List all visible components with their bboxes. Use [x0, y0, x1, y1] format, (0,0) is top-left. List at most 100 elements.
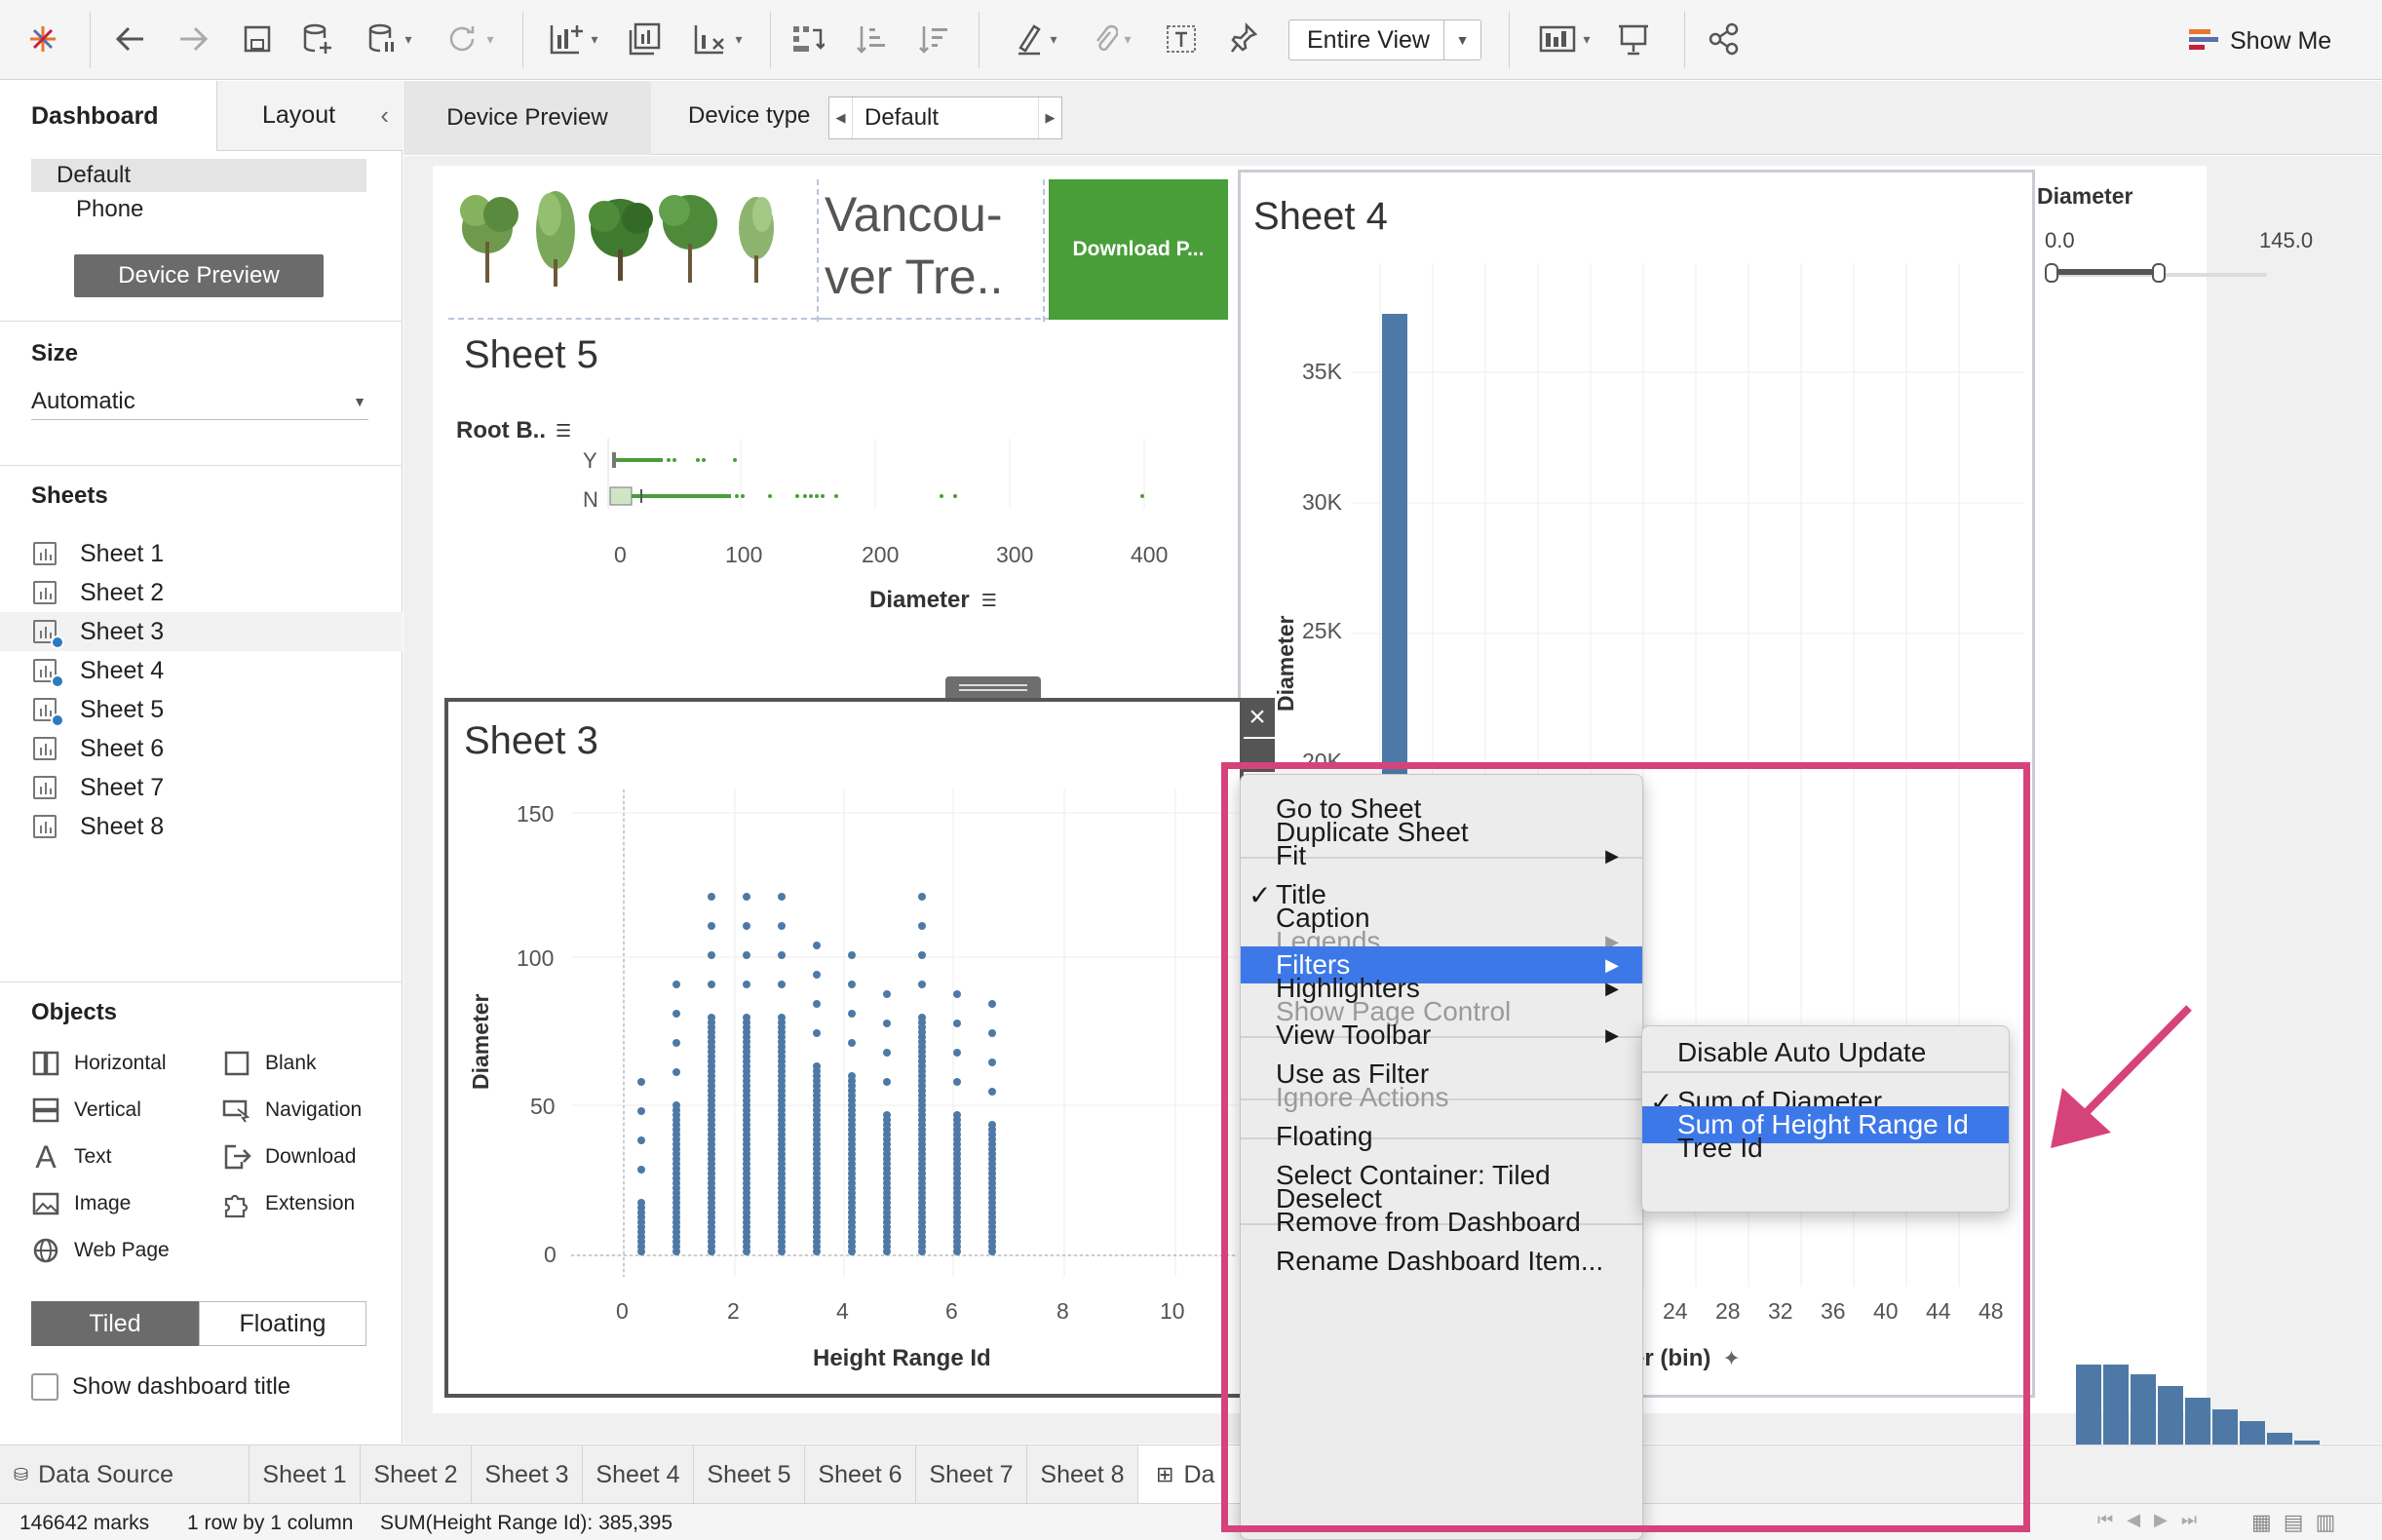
tab-sheet-6[interactable]: Sheet 6: [805, 1445, 916, 1504]
chevron-right-icon[interactable]: ▶: [1038, 97, 1061, 138]
dashboard-title: Vancou- ver Tre..: [825, 187, 1004, 304]
object-extension[interactable]: Extension: [222, 1186, 355, 1221]
move-handle[interactable]: [945, 676, 1041, 698]
sheet-list-label: Sheet 4: [80, 656, 165, 684]
device-preview-tab[interactable]: Device Preview: [403, 81, 651, 155]
tab-sheet-8[interactable]: Sheet 8: [1027, 1445, 1138, 1504]
sheet3-scatter-plot[interactable]: [571, 789, 1238, 1277]
sheet-list-label: Sheet 6: [80, 734, 165, 762]
tab-sheet-3[interactable]: Sheet 3: [472, 1445, 583, 1504]
scatter-point: [953, 990, 961, 998]
tab-data-source[interactable]: ⛁ Data Source: [0, 1445, 250, 1504]
tab-sheet-7[interactable]: Sheet 7: [916, 1445, 1027, 1504]
x-tick: 6: [945, 1298, 958, 1324]
tab-sheet-1[interactable]: Sheet 1: [250, 1445, 361, 1504]
divider: [0, 321, 403, 322]
clear-sheet-icon[interactable]: ▾: [682, 18, 752, 60]
tree-image[interactable]: [448, 172, 826, 320]
sort-icon[interactable]: ☰: [981, 591, 997, 611]
download-pdf-button[interactable]: Download P...: [1049, 179, 1228, 320]
tab-dashboard[interactable]: Dashboard: [0, 81, 216, 151]
download-icon: [222, 1142, 251, 1172]
scatter-point: [813, 1029, 821, 1037]
back-arrow-icon[interactable]: [109, 18, 152, 60]
sheet-list-item[interactable]: Sheet 2: [0, 573, 403, 612]
device-option-phone[interactable]: Phone: [76, 196, 143, 223]
size-select[interactable]: Automatic ▼: [31, 383, 368, 420]
save-icon[interactable]: [238, 18, 277, 60]
pin-icon[interactable]: [1222, 18, 1265, 60]
object-navigation[interactable]: Navigation: [222, 1093, 362, 1128]
device-option-default[interactable]: Default: [31, 159, 366, 192]
text-icon: A: [35, 1138, 57, 1174]
object-blank[interactable]: Blank: [222, 1046, 317, 1081]
show-labels-icon[interactable]: [1160, 18, 1203, 60]
chevron-left-icon[interactable]: ◀: [829, 97, 853, 138]
sheet-list-item[interactable]: Sheet 5: [0, 690, 403, 729]
scatter-point: [988, 1088, 996, 1096]
tab-sheet-4[interactable]: Sheet 4: [583, 1445, 694, 1504]
scatter-point: [708, 981, 715, 988]
floating-toggle[interactable]: Floating: [199, 1301, 366, 1346]
object-horizontal[interactable]: Horizontal: [31, 1046, 167, 1081]
pause-data-icon[interactable]: ▾: [361, 18, 419, 60]
tableau-logo-icon[interactable]: [21, 18, 64, 60]
tab-sheet-5[interactable]: Sheet 5: [694, 1445, 805, 1504]
sheet-list-item[interactable]: Sheet 4: [0, 651, 403, 690]
sheet-list-item[interactable]: Sheet 6: [0, 729, 403, 768]
filter-slider-min-handle[interactable]: [2045, 263, 2058, 283]
status-layout: 1 row by 1 column: [187, 1512, 354, 1534]
object-vertical[interactable]: Vertical: [31, 1093, 141, 1128]
close-icon[interactable]: ×: [1240, 698, 1275, 737]
device-preview-button[interactable]: Device Preview: [74, 254, 324, 297]
device-type-select[interactable]: ◀ Default ▶: [828, 96, 1062, 139]
scatter-point: [778, 922, 786, 930]
object-web-page[interactable]: Web Page: [31, 1233, 170, 1268]
scatter-point: [988, 1121, 996, 1129]
object-text[interactable]: A Text: [31, 1138, 111, 1174]
dashboard-title-text[interactable]: Vancou- ver Tre..: [817, 172, 1051, 320]
forward-arrow-icon[interactable]: [172, 18, 214, 60]
presentation-screen-icon[interactable]: [1612, 18, 1655, 60]
sheet-list-item[interactable]: Sheet 7: [0, 768, 403, 807]
y-tick: 50: [530, 1094, 556, 1119]
refresh-icon[interactable]: ▾: [435, 18, 505, 60]
new-data-source-icon[interactable]: [298, 18, 337, 60]
sort-descending-icon[interactable]: [912, 18, 955, 60]
root-barrier-header[interactable]: Root B.. ☰: [456, 417, 571, 444]
swap-rows-columns-icon[interactable]: [786, 18, 828, 60]
sheet-list-item[interactable]: Sheet 8: [0, 807, 403, 846]
sheet-list-item[interactable]: Sheet 3: [0, 612, 403, 651]
tab-label: Sheet 7: [929, 1460, 1014, 1488]
sheet-list-item[interactable]: Sheet 1: [0, 534, 403, 573]
share-icon[interactable]: [1702, 18, 1745, 60]
tab-sheet-2[interactable]: Sheet 2: [361, 1445, 472, 1504]
paperclip-icon[interactable]: ▾: [1080, 18, 1144, 60]
fit-view-select[interactable]: Entire View ▼: [1288, 19, 1481, 60]
sheet5-x-axis-title[interactable]: Diameter ☰: [869, 587, 997, 614]
object-image[interactable]: Image: [31, 1186, 131, 1221]
sheet5-boxplot[interactable]: [604, 439, 1209, 517]
presentation-mode-icon[interactable]: ▾: [1530, 18, 1598, 60]
tab-navigation-icons[interactable]: ⏮◀▶⏭: [2097, 1510, 2210, 1530]
filter-slider-max-handle[interactable]: [2152, 263, 2166, 283]
view-mode-icons[interactable]: ▦▤▥: [2251, 1510, 2347, 1535]
highlight-pen-icon[interactable]: ▾: [1004, 18, 1068, 60]
x-tick: 200: [862, 542, 900, 567]
new-worksheet-icon[interactable]: ▾: [538, 18, 608, 60]
y-tick: 25K: [1302, 618, 1342, 643]
tab-layout[interactable]: Layout ‹: [216, 81, 403, 151]
sort-icon[interactable]: ☰: [556, 421, 571, 442]
show-dashboard-title-checkbox[interactable]: Show dashboard title: [31, 1373, 290, 1401]
object-download[interactable]: Download: [222, 1139, 356, 1174]
show-me-button[interactable]: Show Me: [2187, 21, 2331, 60]
duplicate-sheet-icon[interactable]: [624, 18, 667, 60]
sort-ascending-icon[interactable]: [850, 18, 893, 60]
scatter-point: [708, 922, 715, 930]
fit-view-value: Entire View: [1307, 25, 1430, 54]
tiled-toggle[interactable]: Tiled: [31, 1301, 199, 1346]
tab-label: Sheet 8: [1040, 1460, 1125, 1488]
collapse-chevron-icon[interactable]: ‹: [380, 100, 389, 131]
tab-label: Sheet 4: [596, 1460, 680, 1488]
scatter-point: [918, 922, 926, 930]
